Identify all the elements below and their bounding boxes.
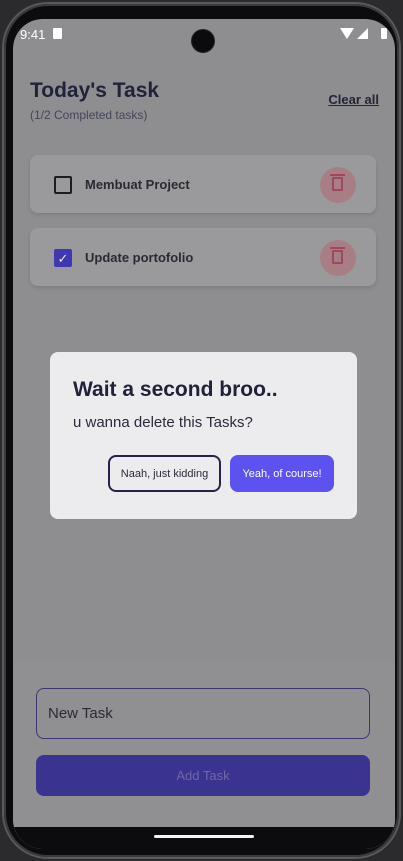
confirm-delete-button[interactable]: Yeah, of course!	[230, 455, 334, 492]
navigation-bar	[13, 827, 395, 849]
status-time: 9:41	[20, 27, 46, 42]
battery-icon	[381, 28, 387, 39]
add-task-button[interactable]: Add Task	[36, 755, 370, 796]
task-checkbox[interactable]	[54, 176, 72, 194]
delete-task-button[interactable]	[320, 167, 356, 203]
cancel-button[interactable]: Naah, just kidding	[108, 455, 221, 492]
clear-all-button[interactable]: Clear all	[328, 92, 379, 107]
new-task-panel: Add Task	[13, 659, 395, 849]
completed-count: (1/2 Completed tasks)	[30, 108, 148, 122]
home-indicator[interactable]	[154, 835, 254, 838]
wifi-icon	[340, 28, 354, 39]
task-card[interactable]: ✓ Update portofolio	[30, 228, 376, 286]
task-label: Membuat Project	[85, 177, 190, 192]
front-camera	[192, 30, 214, 52]
task-label: Update portofolio	[85, 250, 194, 265]
trash-icon	[330, 247, 345, 264]
dialog-message: u wanna delete this Tasks?	[73, 414, 253, 431]
dialog-title: Wait a second broo..	[73, 378, 278, 401]
task-card[interactable]: Membuat Project	[30, 155, 376, 213]
new-task-input[interactable]	[36, 688, 370, 739]
app-screen: 9:41 Today's Task (1/2 Completed tasks) …	[13, 19, 395, 849]
delete-confirm-dialog: Wait a second broo.. u wanna delete this…	[50, 352, 357, 519]
trash-icon	[330, 174, 345, 191]
phone-frame: 9:41 Today's Task (1/2 Completed tasks) …	[4, 4, 399, 857]
status-bar: 9:41	[13, 19, 395, 52]
signal-icon	[357, 28, 368, 39]
task-checkbox[interactable]: ✓	[54, 249, 72, 267]
sim-card-icon	[53, 28, 62, 39]
delete-task-button[interactable]	[320, 240, 356, 276]
